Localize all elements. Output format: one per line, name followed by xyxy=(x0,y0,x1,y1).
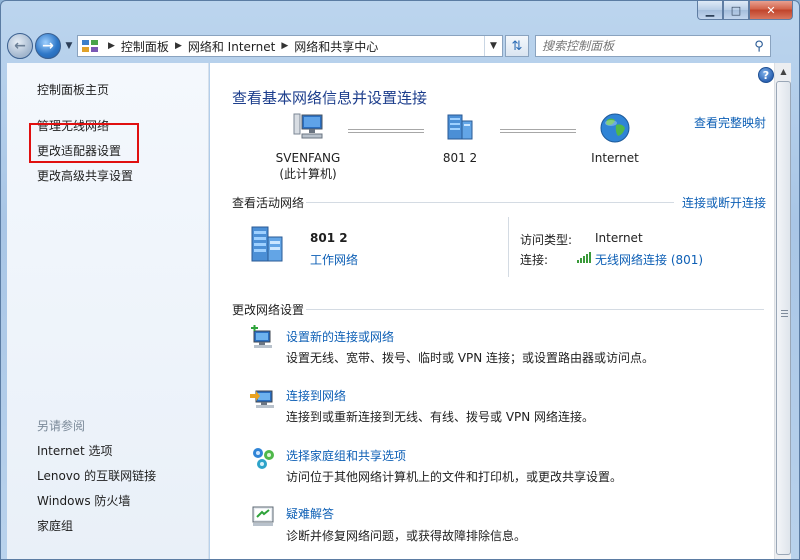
homegroup-icon[interactable] xyxy=(250,445,276,471)
close-icon: ✕ xyxy=(766,3,776,17)
search-input[interactable] xyxy=(542,39,747,53)
caption-buttons: ▁ □ ✕ xyxy=(697,1,793,20)
access-type-label: 访问类型: xyxy=(520,233,573,247)
troubleshoot-icon[interactable] xyxy=(250,503,276,529)
active-network-name: 801 2 xyxy=(310,231,348,245)
internet-node[interactable]: Internet xyxy=(582,111,648,166)
breadcrumb-arrow-icon[interactable]: ▶ xyxy=(175,41,182,51)
chevron-up-icon: ▲ xyxy=(780,67,787,76)
scrollbar-thumb[interactable] xyxy=(776,81,791,555)
vertical-scrollbar[interactable]: ▲ xyxy=(774,63,791,559)
change-advanced-sharing-link[interactable]: 更改高级共享设置 xyxy=(37,167,133,184)
troubleshoot-desc: 诊断并修复网络问题，或获得故障排除信息。 xyxy=(286,529,527,543)
network-node[interactable]: 801 2 xyxy=(432,111,488,166)
minimize-button[interactable]: ▁ xyxy=(697,1,723,20)
highlight-rectangle xyxy=(29,123,139,163)
search-box[interactable]: ⚲ xyxy=(535,35,771,57)
see-full-map-link[interactable]: 查看完整映射 xyxy=(694,114,766,131)
divider xyxy=(306,309,764,310)
computer-subtitle: (此计算机) xyxy=(279,167,337,181)
scrollbar-grip xyxy=(781,310,788,318)
computer-node[interactable]: SVENFANG (此计算机) xyxy=(270,111,346,182)
address-dropdown-button[interactable]: ▼ xyxy=(484,36,502,56)
connect-network-icon[interactable] xyxy=(250,385,276,411)
work-network-icon[interactable] xyxy=(248,223,288,265)
control-panel-icon xyxy=(82,40,98,52)
search-icon[interactable]: ⚲ xyxy=(748,39,770,54)
connect-to-network-link[interactable]: 连接到网络 xyxy=(286,387,346,404)
change-settings-heading: 更改网络设置 xyxy=(232,303,305,317)
back-arrow-icon: ← xyxy=(14,38,26,54)
lenovo-link[interactable]: Lenovo 的互联网链接 xyxy=(37,467,156,484)
refresh-button[interactable]: ⇅ xyxy=(505,35,529,57)
navigation-bar: ← → ▼ ▶ 控制面板 ▶ 网络和 Internet ▶ 网络和共享中心 ▼ … xyxy=(7,31,793,61)
recent-pages-dropdown[interactable]: ▼ xyxy=(63,41,75,51)
troubleshoot-link[interactable]: 疑难解答 xyxy=(286,505,334,522)
close-button[interactable]: ✕ xyxy=(749,1,793,20)
chevron-down-icon: ▼ xyxy=(65,41,73,51)
breadcrumb-network-sharing-center[interactable]: 网络和共享中心 xyxy=(294,38,378,55)
connect-disconnect-link[interactable]: 连接或断开连接 xyxy=(682,194,766,211)
connections-label: 连接: xyxy=(520,253,549,267)
globe-icon xyxy=(600,113,630,143)
network-type-link[interactable]: 工作网络 xyxy=(310,251,358,268)
forward-button[interactable]: → xyxy=(35,33,61,59)
divider xyxy=(306,202,674,203)
computer-name: SVENFANG xyxy=(275,151,341,165)
homegroup-sharing-link[interactable]: 选择家庭组和共享选项 xyxy=(286,447,406,464)
network-icon xyxy=(447,114,473,140)
window-frame: ▁ □ ✕ ← → ▼ ▶ 控制面板 ▶ 网络和 Internet ▶ 网络和共… xyxy=(0,0,800,560)
maximize-icon: □ xyxy=(730,3,742,17)
setup-connection-desc: 设置无线、宽带、拨号、临时或 VPN 连接；或设置路由器或访问点。 xyxy=(286,351,655,365)
network-name: 801 2 xyxy=(442,151,478,165)
connection-line xyxy=(348,129,424,133)
refresh-icon: ⇅ xyxy=(511,38,523,54)
breadcrumb-control-panel[interactable]: 控制面板 xyxy=(121,38,169,55)
breadcrumb-network-internet[interactable]: 网络和 Internet xyxy=(188,38,275,55)
internet-options-link[interactable]: Internet 选项 xyxy=(37,442,112,459)
homegroup-sharing-desc: 访问位于其他网络计算机上的文件和打印机，或更改共享设置。 xyxy=(286,470,623,484)
wireless-connection-link[interactable]: 无线网络连接 (801) xyxy=(595,251,703,268)
scroll-up-button[interactable]: ▲ xyxy=(775,63,792,80)
vertical-divider xyxy=(508,217,509,277)
maximize-button[interactable]: □ xyxy=(723,1,749,20)
computer-icon xyxy=(293,113,323,139)
homegroup-link[interactable]: 家庭组 xyxy=(37,517,73,534)
breadcrumb-arrow-icon: ▶ xyxy=(108,41,115,51)
setup-connection-link[interactable]: 设置新的连接或网络 xyxy=(286,328,394,345)
access-type-value: Internet xyxy=(595,231,643,245)
minimize-icon: ▁ xyxy=(705,3,715,17)
see-also-heading: 另请参阅 xyxy=(37,419,86,433)
internet-name: Internet xyxy=(591,151,639,165)
wifi-signal-icon xyxy=(577,252,591,263)
address-bar[interactable]: ▶ 控制面板 ▶ 网络和 Internet ▶ 网络和共享中心 ▼ xyxy=(77,35,503,57)
connect-to-network-desc: 连接到或重新连接到无线、有线、拨号或 VPN 网络连接。 xyxy=(286,410,595,424)
left-task-pane: 控制面板主页 管理无线网络 更改适配器设置 更改高级共享设置 另请参阅 Inte… xyxy=(7,63,209,559)
active-networks-heading: 查看活动网络 xyxy=(232,196,305,210)
main-content: ? 查看基本网络信息并设置连接 查看完整映射 SVENFANG (此计算机) 8… xyxy=(210,63,774,559)
help-icon[interactable]: ? xyxy=(758,67,774,83)
new-connection-icon[interactable] xyxy=(250,325,276,351)
back-button[interactable]: ← xyxy=(7,33,33,59)
windows-firewall-link[interactable]: Windows 防火墙 xyxy=(37,492,130,509)
connection-line xyxy=(500,129,576,133)
chevron-down-icon: ▼ xyxy=(490,41,497,51)
forward-arrow-icon: → xyxy=(42,38,54,54)
page-title: 查看基本网络信息并设置连接 xyxy=(232,89,428,107)
breadcrumb-arrow-icon[interactable]: ▶ xyxy=(281,41,288,51)
control-panel-home-link[interactable]: 控制面板主页 xyxy=(37,81,109,98)
